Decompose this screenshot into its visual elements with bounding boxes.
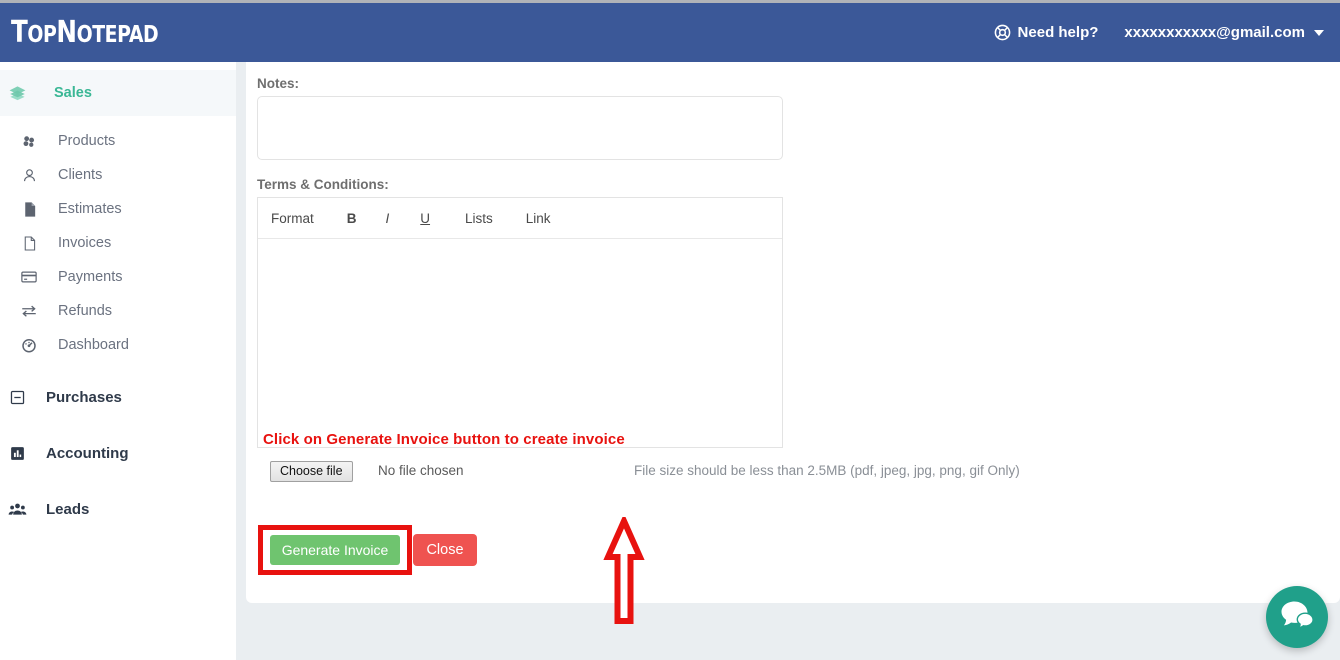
sidebar-item-leads-label: Leads — [46, 500, 90, 518]
sidebar-item-payments-label: Payments — [58, 269, 123, 285]
sidebar-item-dashboard-label: Dashboard — [58, 337, 129, 353]
speedometer-icon — [12, 336, 46, 354]
sidebar-item-products[interactable]: Products — [0, 124, 236, 158]
sidebar-item-payments[interactable]: Payments — [0, 260, 236, 294]
sidebar-item-dashboard[interactable]: Dashboard — [0, 328, 236, 362]
notes-input[interactable] — [257, 96, 783, 160]
top-navbar: TOPNOTEPAD Need help? xxxxxxxxxxx@gmail.… — [0, 3, 1340, 62]
logo-text-3: N — [56, 14, 77, 50]
sidebar-item-clients-label: Clients — [58, 167, 103, 183]
chat-bubbles-icon — [1280, 600, 1314, 635]
notes-label: Notes: — [257, 76, 300, 91]
terms-label: Terms & Conditions: — [257, 177, 389, 192]
underline-button[interactable]: U — [411, 211, 456, 226]
file-outline-icon — [12, 235, 46, 252]
terms-editor-body[interactable] — [258, 239, 782, 447]
app-root: TOPNOTEPAD Need help? xxxxxxxxxxx@gmail.… — [0, 0, 1340, 660]
sidebar-item-estimates-label: Estimates — [58, 201, 122, 217]
invoice-form-card: Notes: Terms & Conditions: Format B I U … — [246, 62, 1340, 624]
sidebar-item-leads[interactable]: Leads — [0, 488, 236, 530]
need-help-link[interactable]: Need help? — [994, 24, 1099, 41]
minus-square-icon — [0, 389, 34, 406]
generate-invoice-highlight — [258, 525, 412, 575]
user-email-label: xxxxxxxxxxx@gmail.com — [1124, 24, 1305, 41]
format-dropdown[interactable]: Format — [271, 211, 338, 226]
sidebar-item-refunds-label: Refunds — [58, 303, 113, 319]
navbar-right: Need help? xxxxxxxxxxx@gmail.com — [994, 24, 1340, 41]
file-size-note: File size should be less than 2.5MB (pdf… — [634, 463, 1020, 478]
user-icon — [12, 167, 46, 184]
logo-text-2: OP — [27, 21, 57, 48]
logo-text-1: T — [11, 14, 28, 50]
sidebar-item-accounting-label: Accounting — [46, 444, 129, 462]
logo-text-4: OTEPAD — [76, 21, 159, 48]
cubes-icon — [12, 133, 46, 150]
sidebar-item-clients[interactable]: Clients — [0, 158, 236, 192]
terms-rich-text-editor: Format B I U Lists Link — [257, 197, 783, 448]
layers-icon — [0, 84, 34, 103]
sidebar-item-invoices[interactable]: Invoices — [0, 226, 236, 260]
editor-toolbar: Format B I U Lists Link — [258, 198, 782, 239]
sidebar-group-sales-label: Sales — [54, 85, 92, 101]
sidebar-item-purchases-label: Purchases — [46, 388, 122, 406]
sidebar: Sales Products Clients Estimates Invoice… — [0, 62, 236, 660]
sidebar-item-purchases[interactable]: Purchases — [0, 376, 236, 418]
users-group-icon — [0, 500, 34, 519]
bar-chart-icon — [0, 445, 34, 462]
sidebar-item-products-label: Products — [58, 133, 116, 149]
credit-card-icon — [12, 268, 46, 286]
close-button[interactable]: Close — [413, 534, 477, 566]
choose-file-button[interactable]: Choose file — [270, 461, 353, 482]
user-account-menu[interactable]: xxxxxxxxxxx@gmail.com — [1124, 24, 1324, 41]
lists-button[interactable]: Lists — [456, 211, 517, 226]
file-status-label: No file chosen — [378, 463, 464, 478]
need-help-label: Need help? — [1017, 24, 1099, 41]
app-logo[interactable]: TOPNOTEPAD — [11, 14, 159, 50]
chevron-down-icon — [1314, 29, 1324, 36]
file-upload-row: Choose file No file chosen File size sho… — [258, 461, 1318, 485]
bold-button[interactable]: B — [338, 211, 377, 226]
italic-button[interactable]: I — [377, 211, 412, 226]
file-filled-icon — [12, 201, 46, 218]
chat-widget-button[interactable] — [1266, 586, 1328, 648]
sidebar-item-estimates[interactable]: Estimates — [0, 192, 236, 226]
sidebar-group-sales[interactable]: Sales — [0, 70, 236, 116]
link-button[interactable]: Link — [517, 211, 560, 226]
exchange-arrows-icon — [12, 302, 46, 320]
sidebar-item-accounting[interactable]: Accounting — [0, 432, 236, 474]
sidebar-item-refunds[interactable]: Refunds — [0, 294, 236, 328]
annotation-text: Click on Generate Invoice button to crea… — [263, 431, 625, 448]
sidebar-item-invoices-label: Invoices — [58, 235, 112, 251]
lifebuoy-icon — [994, 24, 1011, 41]
